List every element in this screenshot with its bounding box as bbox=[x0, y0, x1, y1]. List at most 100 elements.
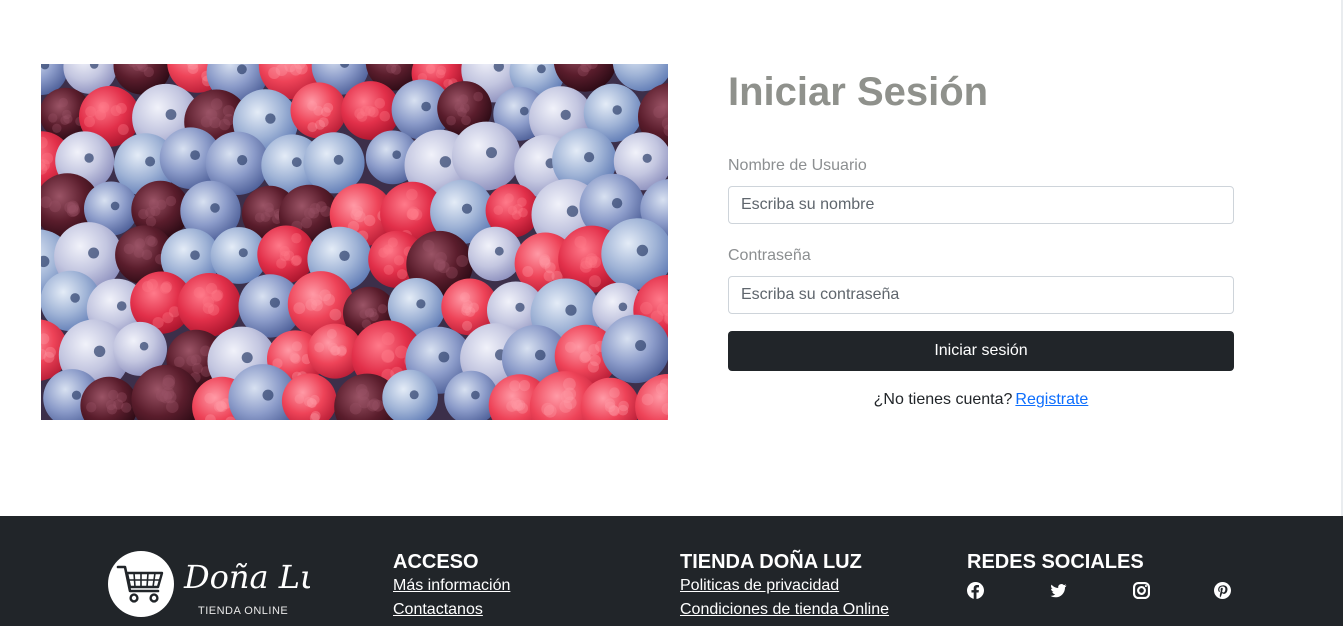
berry-drupelet bbox=[461, 303, 472, 314]
berry-drupelet bbox=[456, 255, 469, 267]
berry-drupelet bbox=[365, 105, 376, 117]
login-form: Iniciar Sesión Nombre de Usuario Contras… bbox=[728, 64, 1234, 410]
berry-drupelet bbox=[511, 210, 522, 220]
password-input[interactable] bbox=[728, 276, 1234, 314]
register-link[interactable]: Registrate bbox=[1015, 391, 1088, 408]
berry-drupelet bbox=[422, 239, 435, 252]
berry-drupelet bbox=[518, 380, 531, 392]
redes-heading: REDES SOCIALES bbox=[967, 551, 1144, 573]
page-title: Iniciar Sesión bbox=[728, 70, 989, 114]
berry-drupelet bbox=[303, 396, 314, 407]
berry-drupelet bbox=[291, 233, 302, 244]
berry-drupelet bbox=[193, 286, 206, 299]
berry-drupelet bbox=[145, 216, 157, 227]
berry-drupelet bbox=[563, 396, 577, 410]
berry-crown bbox=[265, 113, 276, 124]
berry-drupelet bbox=[141, 249, 153, 261]
berry-crown bbox=[636, 244, 649, 257]
berry-drupelet bbox=[210, 98, 223, 110]
login-button[interactable]: Iniciar sesión bbox=[728, 331, 1234, 371]
berry-drupelet bbox=[117, 124, 129, 135]
berry-drupelet bbox=[314, 342, 325, 353]
berry-crown bbox=[612, 105, 622, 115]
berry-drupelet bbox=[618, 400, 629, 412]
berry-drupelet bbox=[425, 64, 436, 74]
link-condiciones-tienda[interactable]: Condiciones de tienda Online bbox=[680, 598, 889, 622]
berry-crown bbox=[93, 345, 106, 357]
berry-drupelet bbox=[84, 116, 95, 128]
berry-drupelet bbox=[85, 106, 97, 118]
berry-drupelet bbox=[437, 261, 450, 274]
berry-drupelet bbox=[218, 118, 231, 131]
berry-crown bbox=[339, 250, 350, 261]
berry-drupelet bbox=[351, 205, 364, 217]
svg-text:Doña Luz: Doña Luz bbox=[183, 558, 310, 596]
berry-drupelet bbox=[307, 100, 318, 111]
berry-drupelet bbox=[293, 302, 306, 315]
berry-drupelet bbox=[574, 235, 587, 249]
berry-drupelet bbox=[462, 320, 473, 331]
link-mas-informacion[interactable]: Más información bbox=[393, 574, 510, 598]
twitter-icon[interactable] bbox=[1050, 582, 1067, 599]
berry-drupelet bbox=[564, 341, 577, 353]
berry-crown bbox=[409, 390, 419, 400]
berry-drupelet bbox=[110, 105, 122, 117]
register-prompt: ¿No tienes cuenta? Registrate bbox=[728, 390, 1234, 410]
berry-drupelet bbox=[544, 262, 556, 274]
instagram-icon[interactable] bbox=[1133, 582, 1150, 599]
berry-drupelet bbox=[210, 290, 222, 302]
berry-crown bbox=[438, 351, 450, 363]
facebook-icon[interactable] bbox=[967, 582, 984, 599]
username-input[interactable] bbox=[728, 186, 1234, 224]
berry-crown bbox=[566, 205, 579, 217]
berry-drupelet bbox=[381, 332, 395, 346]
berry-drupelet bbox=[337, 345, 347, 356]
username-label: Nombre de Usuario bbox=[728, 157, 867, 174]
berry-drupelet bbox=[355, 384, 368, 396]
berry-drupelet bbox=[511, 399, 524, 412]
berry-crown bbox=[88, 247, 100, 259]
berry-drupelet bbox=[461, 115, 471, 126]
berry-drupelet bbox=[320, 107, 331, 117]
berry-drupelet bbox=[173, 356, 185, 368]
pinterest-icon[interactable] bbox=[1214, 582, 1231, 599]
berry-drupelet bbox=[640, 301, 653, 315]
link-politicas-privacidad[interactable]: Politicas de privacidad bbox=[680, 574, 889, 598]
berry-drupelet bbox=[123, 243, 135, 255]
footer-acceso: ACCESO Más información Contactanos bbox=[393, 550, 510, 622]
berry-drupelet bbox=[393, 255, 405, 266]
berry-drupelet bbox=[301, 217, 313, 229]
berry-drupelet bbox=[364, 214, 376, 227]
berry-drupelet bbox=[374, 98, 386, 109]
berry-crown bbox=[537, 64, 546, 74]
berry-drupelet bbox=[147, 236, 158, 247]
berry-crown bbox=[486, 147, 497, 159]
berry-drupelet bbox=[517, 197, 527, 207]
berry-drupelet bbox=[655, 383, 668, 395]
logo-circle bbox=[108, 551, 174, 617]
berry-crown bbox=[565, 304, 577, 316]
berry-drupelet bbox=[446, 115, 456, 126]
berry-drupelet bbox=[305, 298, 318, 311]
berry-drupelet bbox=[41, 152, 54, 165]
berry-drupelet bbox=[588, 275, 602, 288]
brand-logo[interactable]: Doña Luz TIENDA ONLINE bbox=[108, 550, 310, 626]
berry-drupelet bbox=[390, 64, 402, 75]
berry-crown bbox=[70, 293, 80, 303]
berry-crown bbox=[237, 155, 248, 166]
link-contactanos[interactable]: Contactanos bbox=[393, 598, 510, 622]
berry-drupelet bbox=[64, 201, 77, 214]
berry-crown bbox=[461, 203, 473, 214]
berry-crown bbox=[238, 248, 248, 258]
berry-drupelet bbox=[148, 198, 159, 210]
berry-crown bbox=[611, 198, 623, 209]
berry-drupelet bbox=[222, 105, 235, 117]
berry-drupelet bbox=[146, 278, 158, 291]
berry-crown bbox=[584, 152, 595, 163]
berry bbox=[468, 226, 523, 282]
berry-crown bbox=[190, 150, 201, 160]
berry-drupelet bbox=[63, 114, 73, 124]
berry-drupelet bbox=[289, 352, 300, 363]
berry-drupelet bbox=[326, 328, 337, 339]
berry-drupelet bbox=[48, 113, 58, 123]
